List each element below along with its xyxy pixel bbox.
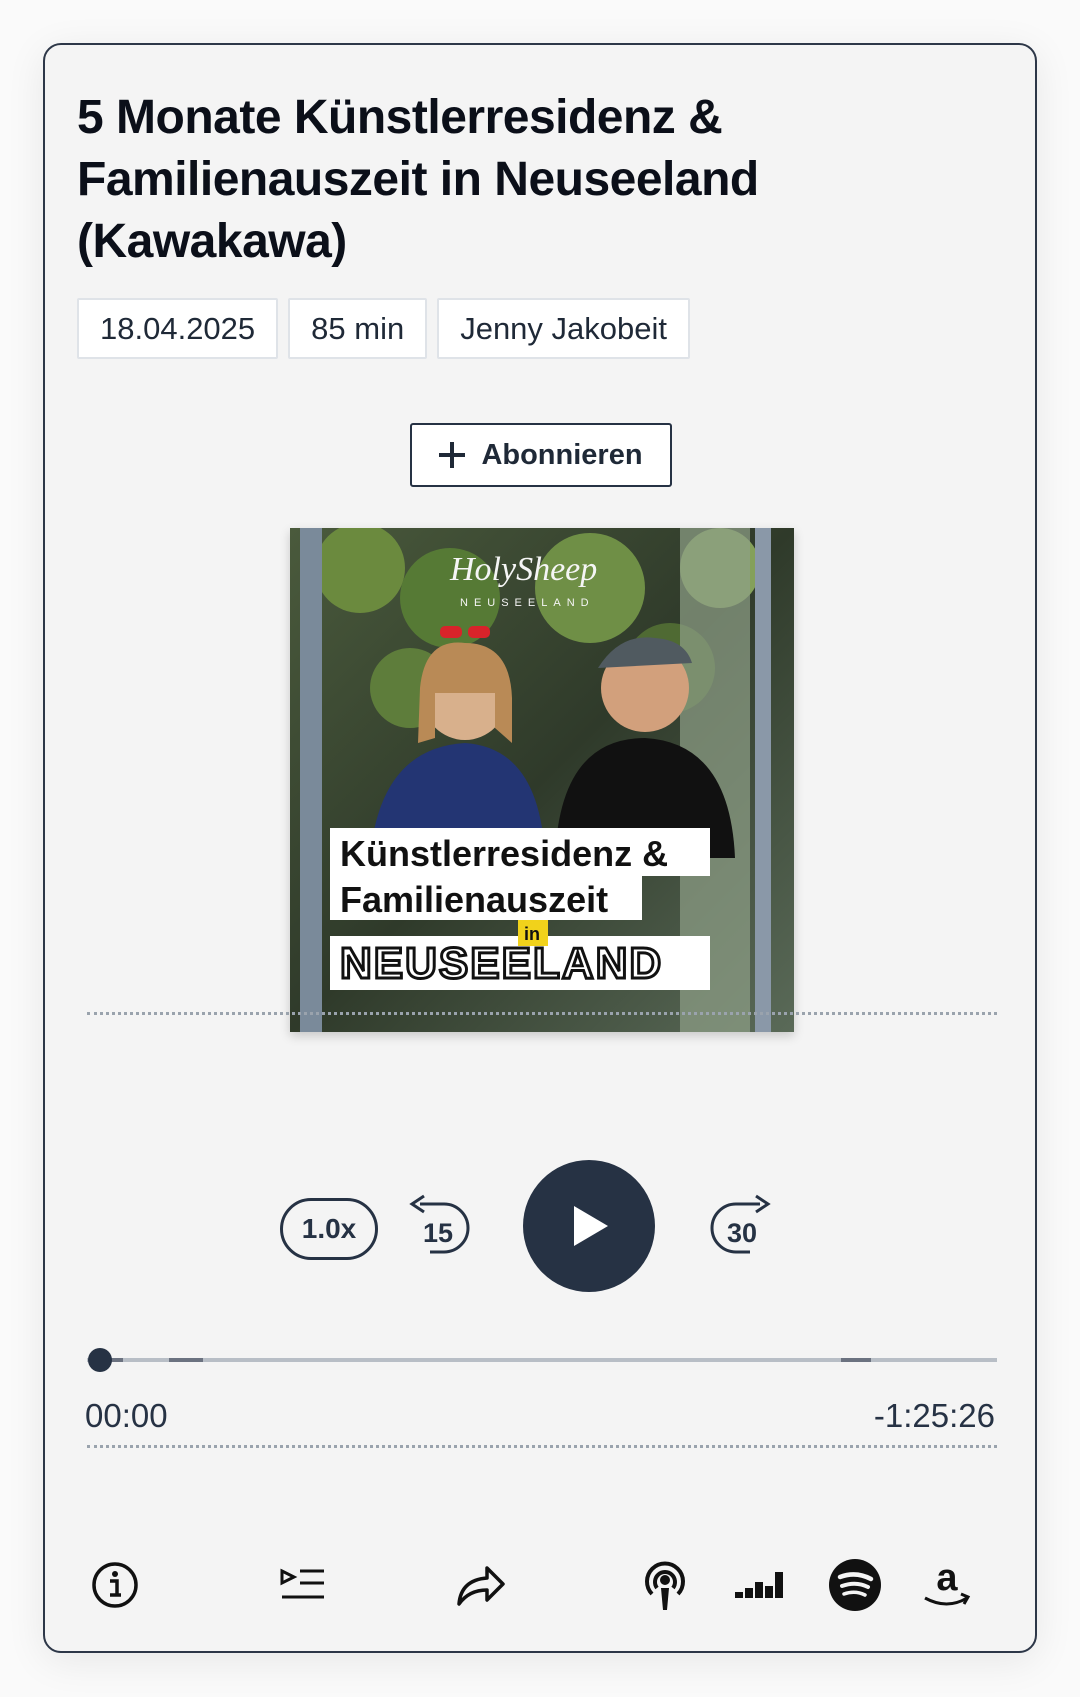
episode-title: 5 Monate Künstlerresidenz & Familienausz… — [77, 91, 759, 268]
speed-button[interactable]: 1.0x — [280, 1198, 378, 1260]
cover-line4: NEUSEELAND — [340, 939, 663, 988]
episode-meta: 18.04.2025 85 min Jenny Jakobeit — [77, 298, 691, 359]
rewind-15-button[interactable]: 15 — [400, 1190, 480, 1266]
forward-30-button[interactable]: 30 — [700, 1190, 780, 1266]
progress-bar[interactable] — [87, 1347, 997, 1373]
remaining-time: -1:25:26 — [873, 1397, 995, 1434]
rewind-seconds: 15 — [423, 1218, 453, 1248]
cover-line1: Künstlerresidenz & — [340, 833, 668, 874]
play-button[interactable] — [523, 1160, 655, 1292]
info-button[interactable] — [85, 1555, 145, 1615]
spotify-link[interactable] — [825, 1555, 885, 1615]
cover-line2: Familienauszeit — [340, 879, 608, 920]
rewind-icon: 15 — [409, 1194, 470, 1254]
svg-text:HolySheep: HolySheep — [449, 551, 597, 588]
chapters-button[interactable] — [273, 1555, 333, 1615]
player-controls: 1.0x 15 30 — [45, 1160, 1035, 1292]
svg-text:a: a — [936, 1558, 958, 1599]
episode-duration: 85 min — [288, 298, 428, 359]
forward-icon: 30 — [710, 1194, 771, 1254]
divider-bottom — [87, 1445, 997, 1448]
forward-seconds: 30 — [727, 1218, 757, 1248]
episode-author: Jenny Jakobeit — [437, 298, 691, 359]
apple-podcasts-link[interactable] — [635, 1555, 695, 1615]
chapter-marker — [169, 1358, 203, 1362]
share-icon — [457, 1566, 505, 1606]
deezer-link[interactable] — [731, 1555, 791, 1615]
amazon-link[interactable]: a — [917, 1555, 977, 1615]
divider-top — [87, 1012, 997, 1015]
cover-art: HolySheep NEUSEELAND Künstlerresidenz & … — [290, 528, 794, 1032]
play-icon — [574, 1206, 608, 1246]
subscribe-label: Abonnieren — [481, 438, 643, 471]
plus-icon — [439, 442, 466, 468]
podcast-player-card: 5 Monate Künstlerresidenz & Familienausz… — [43, 43, 1037, 1653]
bottom-toolbar: a — [45, 1555, 1035, 1625]
subscribe-button[interactable]: Abonnieren — [410, 423, 672, 487]
episode-date: 18.04.2025 — [77, 298, 279, 359]
spotify-icon — [829, 1559, 881, 1611]
progress-handle[interactable] — [88, 1348, 112, 1372]
share-button[interactable] — [451, 1555, 511, 1615]
deezer-icon — [735, 1572, 783, 1598]
cover-brand-sub: NEUSEELAND — [460, 597, 595, 609]
cover-brand: HolySheep — [449, 551, 597, 588]
amazon-icon: a — [924, 1558, 971, 1606]
chapter-marker — [841, 1358, 871, 1362]
apple-podcasts-icon — [645, 1561, 685, 1610]
elapsed-time: 00:00 — [85, 1397, 168, 1434]
chapters-icon — [280, 1568, 324, 1599]
info-icon — [92, 1562, 138, 1608]
